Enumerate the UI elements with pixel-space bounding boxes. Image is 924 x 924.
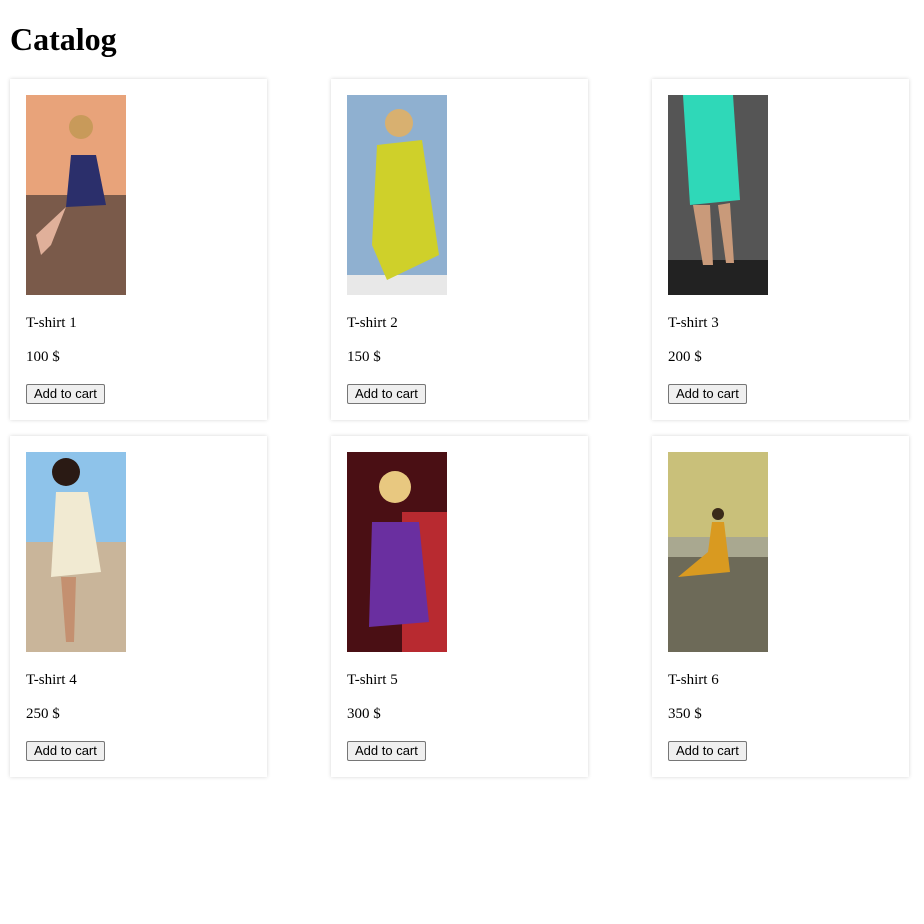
product-image [668,452,768,652]
product-price: 200 $ [668,349,702,365]
dress-photo-cream-beach-icon [26,452,126,652]
product-name: T-shirt 3 [668,315,719,331]
product-price: 150 $ [347,349,381,365]
product-price: 250 $ [26,706,60,722]
product-image [347,452,447,652]
product-image [26,95,126,295]
add-to-cart-button[interactable]: Add to cart [347,384,426,404]
product-card: T-shirt 2 150 $ Add to cart [331,79,588,420]
dress-photo-yellow-icon [347,95,447,295]
add-to-cart-button[interactable]: Add to cart [26,741,105,761]
product-name: T-shirt 4 [26,672,77,688]
add-to-cart-button[interactable]: Add to cart [668,384,747,404]
dress-photo-turquoise-icon [668,95,768,295]
add-to-cart-button[interactable]: Add to cart [26,384,105,404]
product-card: T-shirt 1 100 $ Add to cart [10,79,267,420]
product-card: T-shirt 3 200 $ Add to cart [652,79,909,420]
product-card: T-shirt 4 250 $ Add to cart [10,436,267,777]
catalog-page: Catalog T-shirt 1 100 $ Add to cart T-sh… [0,0,924,924]
dress-photo-orange-sea-icon [668,452,768,652]
product-name: T-shirt 2 [347,315,398,331]
add-to-cart-button[interactable]: Add to cart [347,741,426,761]
product-name: T-shirt 5 [347,672,398,688]
add-to-cart-button[interactable]: Add to cart [668,741,747,761]
product-card: T-shirt 6 350 $ Add to cart [652,436,909,777]
product-card: T-shirt 5 300 $ Add to cart [331,436,588,777]
page-title: Catalog [10,21,117,57]
product-image [347,95,447,295]
dress-photo-purple-icon [347,452,447,652]
product-grid: T-shirt 1 100 $ Add to cart T-shirt 2 15… [10,79,909,777]
dress-photo-navy-sunset-icon [26,95,126,295]
product-price: 350 $ [668,706,702,722]
product-name: T-shirt 6 [668,672,719,688]
product-image [26,452,126,652]
product-name: T-shirt 1 [26,315,77,331]
product-image [668,95,768,295]
product-price: 300 $ [347,706,381,722]
product-price: 100 $ [26,349,60,365]
